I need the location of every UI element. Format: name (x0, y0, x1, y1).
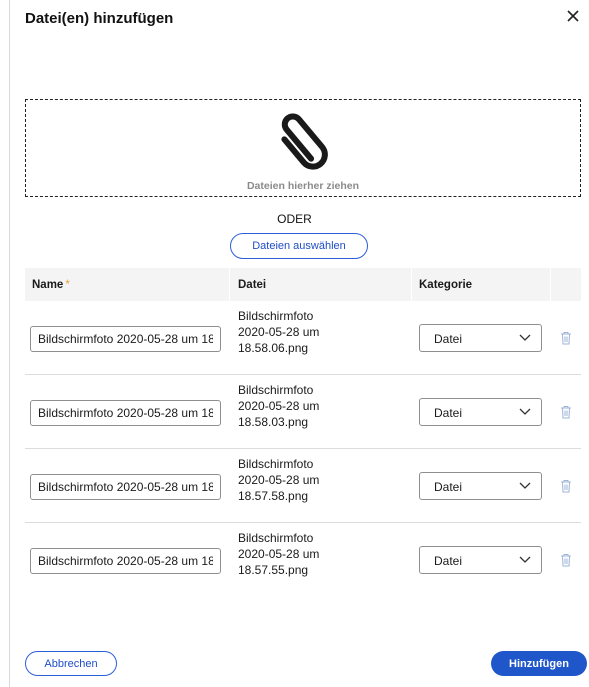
file-name-cell: Bildschirmfoto 2020-05-28 um 18.57.55.pn… (238, 530, 378, 578)
dialog-left-border (9, 0, 10, 687)
category-select-value: Datei (434, 480, 463, 494)
category-column-header: Kategorie (419, 279, 473, 291)
category-select-value: Datei (434, 406, 463, 420)
close-icon[interactable] (563, 6, 583, 26)
column-divider (229, 268, 230, 301)
dropzone-text: Dateien hierher ziehen (246, 180, 360, 192)
category-select-value: Datei (434, 554, 463, 568)
file-name-line: 18.58.06.png (238, 341, 309, 355)
file-dropzone[interactable]: Dateien hierher ziehen (25, 99, 581, 197)
file-column-header: Datei (238, 279, 267, 291)
table-row: Bildschirmfoto 2020-05-28 um 18.58.03.pn… (25, 375, 581, 449)
file-name-input[interactable] (30, 326, 221, 352)
file-name-line: 2020-05-28 um (238, 547, 320, 561)
file-name-line: 2020-05-28 um (238, 325, 320, 339)
trash-icon[interactable] (560, 405, 572, 419)
category-select[interactable]: Datei (419, 324, 542, 352)
paperclip-icon (281, 113, 328, 170)
category-select[interactable]: Datei (419, 398, 542, 426)
table-header: Name * Datei Kategorie (25, 268, 581, 301)
category-select-value: Datei (434, 332, 463, 346)
table-row: Bildschirmfoto 2020-05-28 um 18.57.58.pn… (25, 449, 581, 523)
column-divider (550, 268, 551, 301)
cancel-button[interactable]: Abbrechen (25, 651, 117, 676)
file-name-line: Bildschirmfoto (238, 383, 314, 397)
file-name-line: Bildschirmfoto (238, 309, 314, 323)
file-name-line: 18.57.55.png (238, 563, 309, 577)
file-name-line: 18.57.58.png (238, 489, 309, 503)
file-name-line: Bildschirmfoto (238, 531, 314, 545)
file-name-cell: Bildschirmfoto 2020-05-28 um 18.57.58.pn… (238, 456, 378, 504)
table-row: Bildschirmfoto 2020-05-28 um 18.57.55.pn… (25, 523, 581, 597)
dialog-title: Datei(en) hinzufügen (25, 10, 174, 27)
chevron-down-icon (519, 482, 531, 489)
or-separator: ODER (277, 212, 312, 226)
file-name-input[interactable] (30, 474, 221, 500)
table-row: Bildschirmfoto 2020-05-28 um 18.58.06.pn… (25, 301, 581, 375)
file-name-line: 18.58.03.png (238, 415, 309, 429)
trash-icon[interactable] (560, 331, 572, 345)
file-name-input[interactable] (30, 548, 221, 574)
file-name-line: Bildschirmfoto (238, 457, 314, 471)
add-button[interactable]: Hinzufügen (491, 651, 587, 676)
chevron-down-icon (519, 408, 531, 415)
category-select[interactable]: Datei (419, 472, 542, 500)
chevron-down-icon (519, 334, 531, 341)
category-select[interactable]: Datei (419, 546, 542, 574)
name-column-header: Name * (32, 279, 70, 291)
file-name-line: 2020-05-28 um (238, 473, 320, 487)
name-header-label: Name (32, 279, 64, 291)
trash-icon[interactable] (560, 553, 572, 567)
file-name-input[interactable] (30, 400, 221, 426)
trash-icon[interactable] (560, 479, 572, 493)
file-name-cell: Bildschirmfoto 2020-05-28 um 18.58.03.pn… (238, 382, 378, 430)
choose-files-button[interactable]: Dateien auswählen (230, 233, 368, 259)
column-divider (411, 268, 412, 301)
chevron-down-icon (519, 556, 531, 563)
file-name-line: 2020-05-28 um (238, 399, 320, 413)
required-marker: * (65, 279, 70, 291)
file-name-cell: Bildschirmfoto 2020-05-28 um 18.58.06.pn… (238, 308, 378, 356)
